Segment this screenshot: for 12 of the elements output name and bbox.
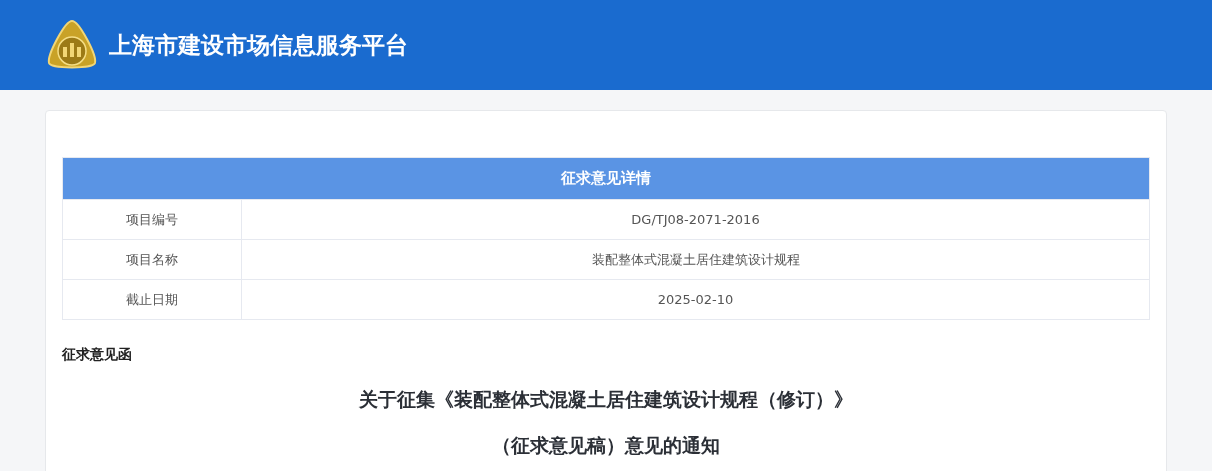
field-value: 装配整体式混凝土居住建筑设计规程 — [590, 250, 801, 269]
details-title: 征求意见详情 — [63, 158, 1149, 199]
field-value: 2025-02-10 — [656, 290, 735, 309]
notice-title: （征求意见稿）意见的通知 — [491, 433, 721, 457]
notice-title: 关于征集《装配整体式混凝土居住建筑设计规程（修订）》 — [358, 387, 854, 411]
field-label: 项目编号 — [63, 200, 242, 239]
field-label: 项目名称 — [63, 240, 242, 279]
letter-heading: 征求意见函 — [62, 345, 133, 364]
field-value: DG/TJ08-2071-2016 — [630, 210, 761, 229]
site-title: 上海市建设市场信息服务平台 — [109, 30, 408, 60]
field-label: 截止日期 — [63, 280, 242, 319]
emblem-logo — [45, 19, 99, 71]
